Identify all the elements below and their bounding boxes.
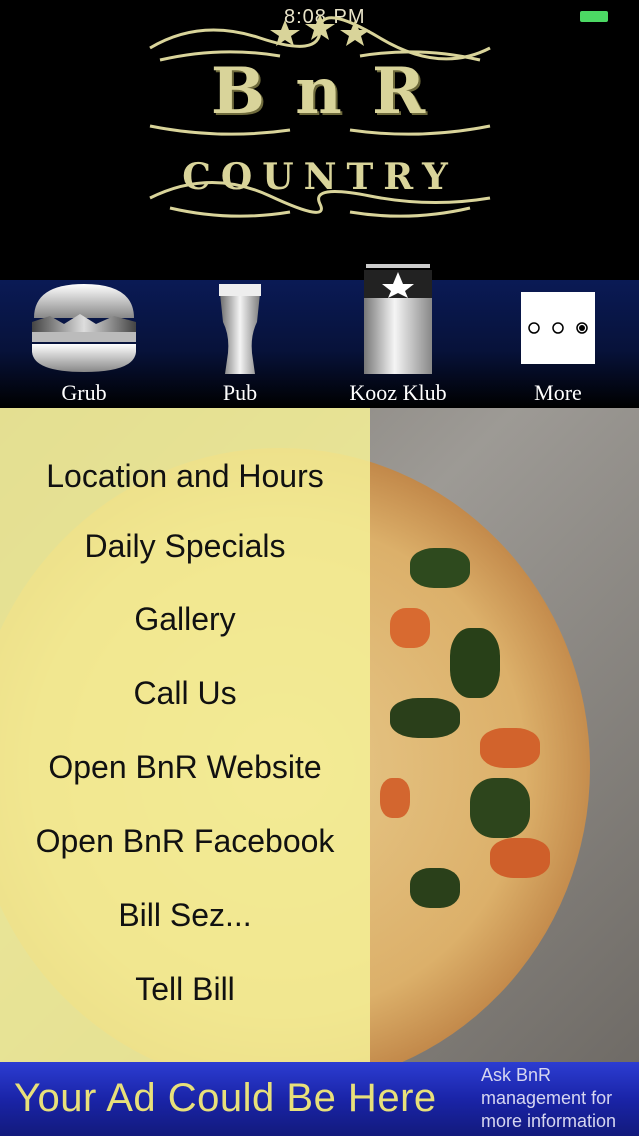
battery-icon	[580, 11, 608, 22]
ad-headline: Your Ad Could Be Here	[14, 1076, 437, 1120]
tab-label-pub: Pub	[222, 380, 258, 405]
menu-item-gallery[interactable]: Gallery	[0, 601, 370, 638]
burger-icon	[32, 284, 136, 372]
menu-item-open-website[interactable]: Open BnR Website	[0, 749, 370, 786]
menu-item-tell-bill[interactable]: Tell Bill	[0, 971, 370, 1008]
ad-info-line3: more information	[481, 1111, 617, 1131]
bnr-country-logo: B n R COUNTRY	[140, 8, 500, 228]
menu-item-open-facebook[interactable]: Open BnR Facebook	[0, 823, 370, 860]
tab-grub[interactable]: Grub	[8, 280, 160, 408]
menu-item-daily-specials[interactable]: Daily Specials	[0, 528, 370, 565]
tab-pub[interactable]: Pub	[164, 280, 316, 408]
beer-glass-icon	[219, 284, 261, 374]
ad-info: Ask BnR management for more information	[481, 1064, 616, 1133]
logo-subtitle: COUNTRY	[182, 156, 458, 198]
tab-kooz-klub[interactable]: Kooz Klub	[320, 264, 476, 408]
tab-bar: Grub Pub Kooz Klub More	[0, 264, 639, 408]
ad-info-line2: management for	[481, 1088, 613, 1108]
menu-item-call-us[interactable]: Call Us	[0, 675, 370, 712]
ad-info-line1: Ask BnR	[481, 1065, 552, 1085]
tab-more[interactable]: More	[482, 280, 634, 408]
koozie-icon	[364, 264, 432, 374]
logo-title: B n R	[210, 54, 430, 129]
tab-label-more: More	[534, 380, 582, 405]
menu-panel: Location and Hours Daily Specials Galler…	[0, 408, 370, 1062]
main-content: Location and Hours Daily Specials Galler…	[0, 408, 639, 1062]
menu-item-bill-sez[interactable]: Bill Sez...	[0, 897, 370, 934]
tab-label-grub: Grub	[61, 380, 107, 405]
ad-banner[interactable]: Your Ad Could Be Here Ask BnR management…	[0, 1062, 639, 1136]
more-dots-icon	[521, 292, 595, 364]
menu-item-location-hours[interactable]: Location and Hours	[0, 458, 370, 495]
tab-label-kooz-klub: Kooz Klub	[349, 380, 447, 405]
